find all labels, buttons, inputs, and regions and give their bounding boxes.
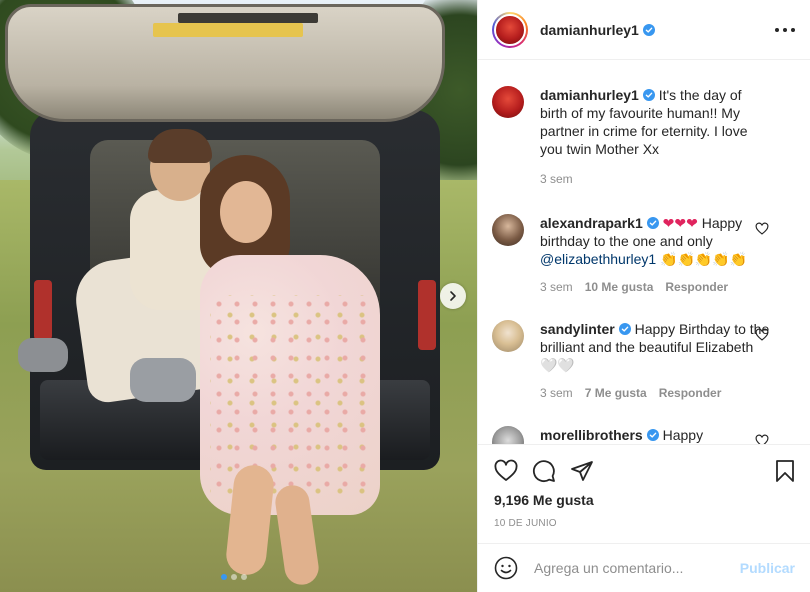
likes-count[interactable]: 9,196 Me gusta xyxy=(494,492,594,508)
post-sidebar: damianhurley1 damianhurley1 It's the day… xyxy=(477,0,810,592)
comment-time[interactable]: 3 sem xyxy=(540,384,573,402)
caption-meta: 3 sem xyxy=(540,170,770,188)
avatar[interactable] xyxy=(492,320,524,352)
heart-emoji: ❤❤❤ xyxy=(662,215,698,231)
verified-badge-icon xyxy=(646,429,659,441)
dress-pattern xyxy=(210,295,370,495)
more-dot xyxy=(775,28,779,32)
carousel-indicator xyxy=(221,574,247,580)
avatar-image xyxy=(494,13,526,46)
carousel-dot xyxy=(221,574,227,580)
comment-body: Happy xyxy=(662,427,704,443)
verified-badge-icon xyxy=(618,323,631,335)
carousel-next-button[interactable] xyxy=(440,283,466,309)
clap-emoji: 👏👏👏👏👏 xyxy=(656,251,748,267)
comment-bubble-icon[interactable] xyxy=(532,459,556,483)
chevron-right-icon xyxy=(450,291,456,301)
car-light-left xyxy=(34,280,52,340)
like-comment-heart-icon[interactable] xyxy=(755,328,769,342)
reply-button[interactable]: Responder xyxy=(659,384,722,402)
photo-person-woman xyxy=(190,155,390,587)
photo-shoe xyxy=(130,358,196,402)
tailgate-strip xyxy=(178,13,318,23)
comment: morellibrothers Happy xyxy=(492,426,797,444)
comments-list: damianhurley1 It's the day of birth of m… xyxy=(478,60,810,444)
avatar[interactable] xyxy=(492,11,528,48)
mention-link[interactable]: @elizabethhurley1 xyxy=(540,251,656,267)
share-paper-plane-icon[interactable] xyxy=(570,459,594,483)
verified-badge-icon xyxy=(642,23,655,36)
caption-username[interactable]: damianhurley1 xyxy=(540,87,639,103)
car-tailgate xyxy=(5,4,445,122)
comment-text: morellibrothers Happy xyxy=(540,426,770,444)
avatar-image xyxy=(492,86,524,118)
carousel-dot xyxy=(241,574,247,580)
comment-text: alexandrapark1 ❤❤❤ Happy birthday to the… xyxy=(540,214,770,296)
tailgate-plate xyxy=(153,23,303,37)
add-comment-bar: Publicar xyxy=(478,543,810,592)
bookmark-icon[interactable] xyxy=(773,459,797,483)
emoji-smiley-icon[interactable] xyxy=(494,556,518,580)
comment-time[interactable]: 3 sem xyxy=(540,278,573,296)
avatar[interactable] xyxy=(492,426,524,444)
comment: sandylinter Happy Birthday to the brilli… xyxy=(492,320,797,402)
photo-shoe xyxy=(18,338,68,372)
post-photo[interactable] xyxy=(0,0,477,592)
carousel-dot xyxy=(231,574,237,580)
header-username[interactable]: damianhurley1 xyxy=(540,22,639,38)
comment-username[interactable]: alexandrapark1 xyxy=(540,215,643,231)
post-header: damianhurley1 xyxy=(478,0,810,60)
post-date[interactable]: 10 DE JUNIO xyxy=(494,518,557,529)
more-dot xyxy=(783,28,787,32)
caption-time[interactable]: 3 sem xyxy=(540,170,573,188)
avatar[interactable] xyxy=(492,214,524,246)
like-heart-icon[interactable] xyxy=(494,459,518,483)
comment-likes[interactable]: 10 Me gusta xyxy=(585,278,654,296)
caption: damianhurley1 It's the day of birth of m… xyxy=(492,86,797,188)
comment-text: sandylinter Happy Birthday to the brilli… xyxy=(540,320,770,402)
verified-badge-icon xyxy=(646,217,659,229)
comment-meta: 3 sem 7 Me gusta Responder xyxy=(540,384,770,402)
action-icons xyxy=(494,459,594,483)
caption-text: damianhurley1 It's the day of birth of m… xyxy=(540,86,770,188)
like-comment-heart-icon[interactable] xyxy=(755,434,769,444)
comment-username[interactable]: sandylinter xyxy=(540,321,615,337)
more-dot xyxy=(791,28,795,32)
comment-likes[interactable]: 7 Me gusta xyxy=(585,384,647,402)
publish-button[interactable]: Publicar xyxy=(740,560,795,576)
woman-face xyxy=(220,181,272,243)
comment: alexandrapark1 ❤❤❤ Happy birthday to the… xyxy=(492,214,797,296)
verified-badge-icon xyxy=(642,89,655,101)
avatar[interactable] xyxy=(492,86,524,118)
like-comment-heart-icon[interactable] xyxy=(755,222,769,236)
post-modal: damianhurley1 damianhurley1 It's the day… xyxy=(0,0,810,592)
post-actions: 9,196 Me gusta 10 DE JUNIO xyxy=(478,444,810,544)
car-light-right xyxy=(418,280,436,350)
comment-meta: 3 sem 10 Me gusta Responder xyxy=(540,278,770,296)
comment-input[interactable] xyxy=(534,560,734,576)
comment-username[interactable]: morellibrothers xyxy=(540,427,643,443)
more-options-button[interactable] xyxy=(775,22,795,38)
reply-button[interactable]: Responder xyxy=(665,278,728,296)
